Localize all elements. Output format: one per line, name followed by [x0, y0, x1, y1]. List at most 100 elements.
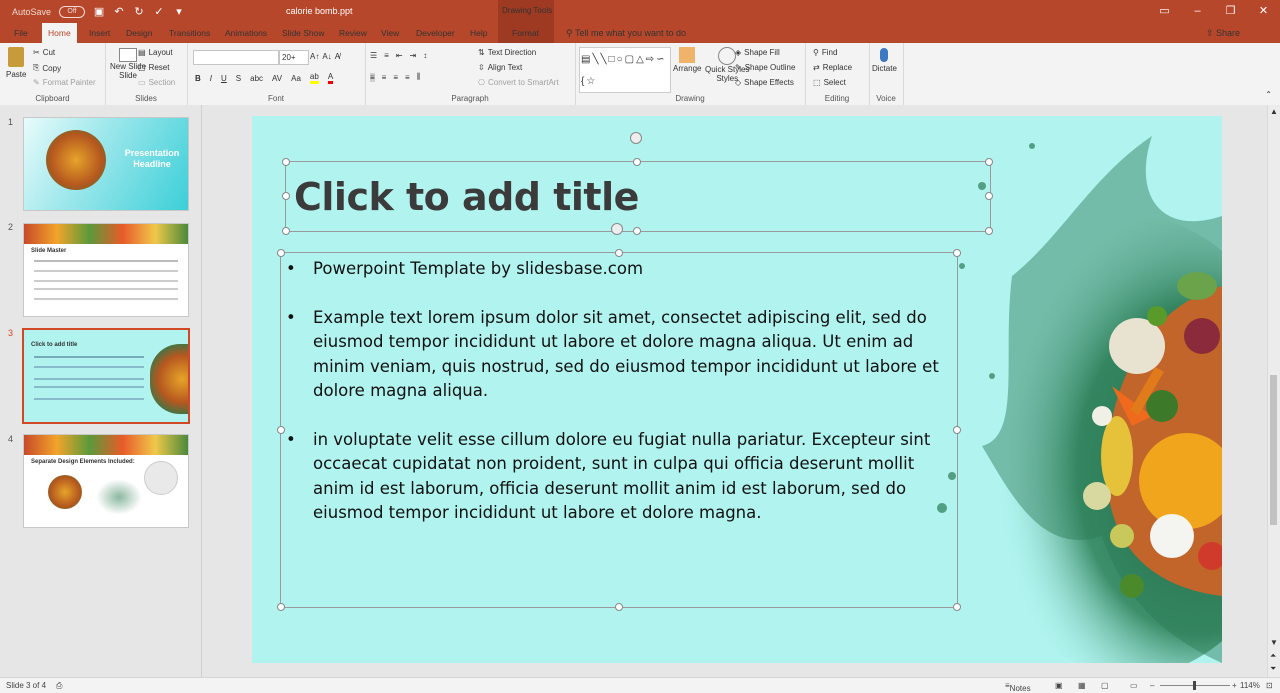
columns-icon[interactable]: ⫼ — [417, 72, 421, 82]
curve-shape-icon[interactable]: ∽ — [656, 54, 664, 65]
font-color-icon[interactable]: A — [327, 72, 334, 84]
align-text-button[interactable]: ⇳ Align Text — [478, 63, 522, 72]
resize-handle[interactable] — [615, 603, 623, 611]
line-shape-icon[interactable]: ╲ — [592, 54, 598, 65]
tab-developer[interactable]: Developer — [410, 23, 461, 43]
body-rotate-handle[interactable] — [611, 223, 623, 235]
scroll-up-icon[interactable]: ▲ — [1270, 107, 1278, 116]
oval-shape-icon[interactable]: ○ — [617, 54, 623, 65]
align-right-icon[interactable]: ≡ — [393, 73, 398, 82]
list-buttons[interactable]: ☰ ≡ ⇤ ⇥ ↕ — [370, 51, 427, 60]
bold-icon[interactable]: B — [195, 74, 201, 83]
find-button[interactable]: ⚲ Find — [813, 48, 837, 57]
title-rotate-handle[interactable] — [630, 132, 642, 144]
italic-icon[interactable]: I — [210, 74, 212, 83]
dictate-button[interactable]: Dictate — [872, 48, 897, 73]
slide-thumbnail-1[interactable]: Presentation Headline — [23, 117, 189, 211]
convert-smartart-button[interactable]: ⎔ Convert to SmartArt — [478, 78, 559, 87]
previous-slide-icon[interactable]: ⏶ — [1270, 651, 1276, 661]
rounded-rect-shape-icon[interactable]: ▢ — [625, 54, 634, 65]
underline-icon[interactable]: U — [221, 74, 227, 83]
line2-shape-icon[interactable]: ╲ — [600, 54, 606, 65]
resize-handle[interactable] — [633, 158, 641, 166]
collapse-ribbon-icon[interactable]: ⌃ — [1265, 90, 1272, 99]
shape-outline-button[interactable]: ✎ Shape Outline — [735, 63, 795, 72]
tab-animations[interactable]: Animations — [219, 23, 273, 43]
resize-handle[interactable] — [282, 192, 290, 200]
align-center-icon[interactable]: ≡ — [382, 73, 387, 82]
font-name-box[interactable] — [193, 50, 279, 65]
font-size-buttons[interactable]: A↑ A↓ A̸ — [310, 52, 340, 61]
star-shape-icon[interactable]: ☆ — [586, 76, 595, 87]
copy-button[interactable]: ⎘ Copy — [33, 63, 61, 73]
paste-button[interactable]: Paste — [6, 47, 26, 79]
resize-handle[interactable] — [953, 249, 961, 257]
resize-handle[interactable] — [985, 158, 993, 166]
resize-handle[interactable] — [615, 249, 623, 257]
tab-format[interactable]: Format — [506, 23, 545, 43]
spelling-icon[interactable]: ✓ — [153, 6, 165, 18]
minimize-icon[interactable]: – — [1181, 0, 1214, 23]
layout-button[interactable]: ▤ Layout — [138, 48, 173, 57]
font-style-buttons[interactable]: B I U Sabc AV Aa ab A — [195, 72, 334, 84]
tab-help[interactable]: Help — [464, 23, 493, 43]
notes-button[interactable]: ≡ Notes — [1005, 681, 1031, 693]
tell-me-search[interactable]: ⚲ Tell me what you want to do — [566, 23, 686, 43]
spell-check-icon[interactable]: ⎙ — [56, 681, 62, 691]
redo-icon[interactable]: ↻ — [133, 6, 145, 18]
slide-title[interactable]: Click to add title — [294, 175, 639, 219]
tab-transitions[interactable]: Transitions — [163, 23, 216, 43]
autosave-toggle[interactable]: Off — [59, 5, 86, 18]
fit-to-window-icon[interactable]: ⊡ — [1266, 681, 1273, 690]
title-placeholder[interactable]: Click to add title — [285, 161, 991, 232]
change-case-icon[interactable]: Aa — [291, 74, 301, 83]
resize-handle[interactable] — [985, 192, 993, 200]
customize-qat-icon[interactable]: ▾ — [173, 6, 185, 18]
tab-insert[interactable]: Insert — [83, 23, 116, 43]
rect-shape-icon[interactable]: □ — [609, 54, 615, 65]
resize-handle[interactable] — [282, 158, 290, 166]
bullets-icon[interactable]: ☰ — [370, 51, 377, 60]
bullet-list[interactable]: Powerpoint Template by slidesbase.com Ex… — [286, 257, 953, 550]
slide-thumbnail-2[interactable]: Slide Master — [23, 223, 189, 317]
ribbon-display-icon[interactable]: ▭ — [1148, 0, 1181, 23]
tab-slide-show[interactable]: Slide Show — [276, 23, 331, 43]
shapes-gallery[interactable]: ▤ ╲ ╲ □ ○ ▢ △ ⇨ ∽{☆ — [579, 47, 671, 93]
cut-button[interactable]: ✂ Cut — [33, 48, 55, 57]
font-size-box[interactable]: 20+ — [279, 50, 309, 65]
section-button[interactable]: ▭ Section — [138, 78, 175, 87]
slide-thumbnail-3[interactable]: Click to add title — [22, 328, 190, 424]
tab-design[interactable]: Design — [120, 23, 158, 43]
text-direction-button[interactable]: ⇅ Text Direction — [478, 48, 536, 57]
tab-file[interactable]: File — [8, 23, 34, 43]
resize-handle[interactable] — [277, 249, 285, 257]
shape-fill-button[interactable]: ◈ Shape Fill — [735, 48, 780, 57]
bullet-item[interactable]: in voluptate velit esse cillum dolore eu… — [286, 428, 953, 526]
slide-sorter-icon[interactable]: ▦ — [1078, 681, 1086, 690]
spacing-icon[interactable]: AV — [272, 74, 282, 83]
increase-indent-icon[interactable]: ⇥ — [410, 51, 417, 60]
resize-handle[interactable] — [633, 227, 641, 235]
shadow-icon[interactable]: S — [236, 74, 241, 83]
undo-icon[interactable]: ↶ — [113, 6, 125, 18]
slide-thumbnail-4[interactable]: Separate Design Elements Included: — [23, 434, 189, 528]
line-spacing-icon[interactable]: ↕ — [423, 51, 427, 60]
resize-handle[interactable] — [953, 426, 961, 434]
close-icon[interactable]: ✕ — [1247, 0, 1280, 23]
select-button[interactable]: ⬚ Select — [813, 78, 846, 87]
tab-review[interactable]: Review — [333, 23, 373, 43]
bullet-item[interactable]: Powerpoint Template by slidesbase.com — [286, 257, 953, 282]
reading-view-icon[interactable]: ▢ — [1101, 681, 1109, 690]
zoom-slider-thumb[interactable] — [1193, 681, 1196, 690]
zoom-in-icon[interactable]: + — [1232, 681, 1237, 690]
content-placeholder[interactable]: Powerpoint Template by slidesbase.com Ex… — [280, 252, 958, 608]
tab-home[interactable]: Home — [42, 23, 77, 43]
resize-handle[interactable] — [985, 227, 993, 235]
align-buttons[interactable]: ≡ ≡ ≡ ≡ ⫼ — [370, 72, 420, 82]
zoom-out-icon[interactable]: – — [1150, 681, 1154, 690]
justify-icon[interactable]: ≡ — [405, 73, 410, 82]
resize-handle[interactable] — [277, 426, 285, 434]
tab-view[interactable]: View — [375, 23, 405, 43]
scroll-down-icon[interactable]: ▼ — [1270, 638, 1278, 647]
format-painter-button[interactable]: ✎ Format Painter — [33, 78, 96, 87]
